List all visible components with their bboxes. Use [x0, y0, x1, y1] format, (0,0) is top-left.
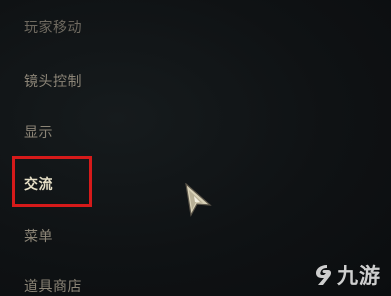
jiuyou-logo-icon — [316, 265, 332, 285]
settings-category-menu: 玩家移动 镜头控制 显示 交流 菜单 道具商店 — [0, 0, 140, 296]
watermark-text: 九游 — [337, 264, 381, 288]
highlight-annotation-box — [12, 156, 92, 207]
menu-item-display[interactable]: 显示 — [24, 122, 53, 142]
menu-item-item-shop[interactable]: 道具商店 — [24, 276, 82, 296]
menu-item-menu[interactable]: 菜单 — [24, 226, 53, 246]
menu-item-camera-control[interactable]: 镜头控制 — [24, 71, 82, 91]
settings-screen: 玩家移动 镜头控制 显示 交流 菜单 道具商店 九游 — [0, 0, 391, 296]
jiuyou-watermark: 九游 — [312, 260, 381, 290]
game-pointer-icon — [183, 182, 213, 217]
menu-item-player-movement[interactable]: 玩家移动 — [24, 17, 82, 37]
